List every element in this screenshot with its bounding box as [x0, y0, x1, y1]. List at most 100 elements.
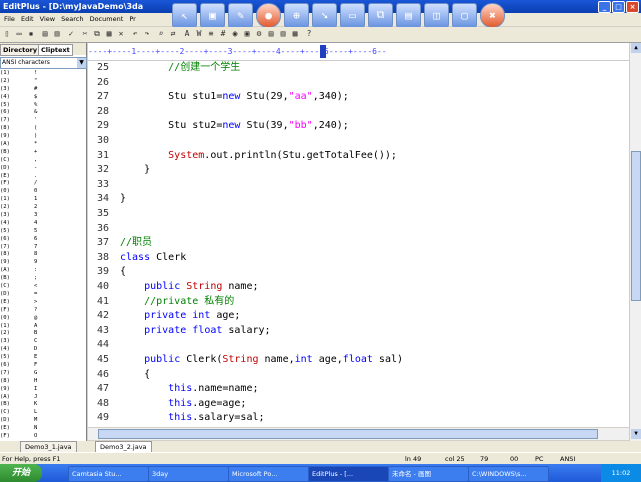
code-editor[interactable]: ----+----1----+----2----+----3----+----4… [88, 43, 629, 427]
char-list-item[interactable]: (0) @ [0, 315, 84, 323]
help-icon[interactable]: ? [304, 29, 314, 39]
char-list-item[interactable]: (1)! [0, 70, 84, 78]
tab-directory[interactable]: Directory [0, 44, 41, 56]
char-list-item[interactable]: (0) 0 [0, 188, 84, 196]
highlight-tool-icon[interactable]: ▣ [200, 2, 225, 28]
char-list-item[interactable]: (D) = [0, 291, 84, 299]
copy-icon[interactable]: ⧉ [92, 29, 102, 39]
replace-icon[interactable]: ⇄ [168, 29, 178, 39]
char-list-item[interactable]: (C) L [0, 409, 84, 417]
char-list-item[interactable]: (F)? [0, 307, 84, 315]
vertical-scroll-thumb[interactable] [631, 151, 641, 301]
zoom-icon[interactable]: ⊕ [284, 2, 309, 28]
pen-tool-icon[interactable]: ✎ [228, 2, 253, 28]
panel-icon[interactable]: ▣ [242, 29, 252, 39]
char-list-item[interactable]: (6) 6 [0, 236, 84, 244]
maximize-button[interactable]: □ [612, 1, 625, 13]
ruler-icon[interactable]: ≡ [206, 29, 216, 39]
menu-document[interactable]: Document [90, 15, 124, 23]
char-list-item[interactable]: (D) M [0, 417, 84, 425]
char-list-item[interactable]: (D) - [0, 165, 84, 173]
paste-icon[interactable]: ▦ [104, 29, 114, 39]
open-file-icon[interactable]: ▭ [14, 29, 24, 39]
char-list-item[interactable]: (E) N [0, 425, 84, 433]
char-list-item[interactable]: (8) ( [0, 125, 84, 133]
task-cmd[interactable]: C:\WINDOWS\s... [468, 466, 549, 482]
char-list-item[interactable]: (9)) [0, 133, 84, 141]
window-icon[interactable]: ▤ [396, 2, 421, 28]
task-paint[interactable]: 未命名 - 画图 [388, 466, 469, 482]
char-list-item[interactable]: (E). [0, 173, 84, 181]
char-list-item[interactable]: (E) > [0, 299, 84, 307]
char-list-item[interactable]: (9) 9 [0, 259, 84, 267]
char-list-item[interactable]: (A) J [0, 394, 84, 402]
horizontal-scroll-thumb[interactable] [98, 429, 598, 439]
screen-icon[interactable]: ▭ [340, 2, 365, 28]
char-list-item[interactable]: (B) + [0, 149, 84, 157]
char-list-item[interactable]: (C) < [0, 283, 84, 291]
char-list-item[interactable]: (A) * [0, 141, 84, 149]
char-list-item[interactable]: (5)% [0, 102, 84, 110]
char-list-item[interactable]: (B); [0, 275, 84, 283]
task-powerpoint[interactable]: Microsoft Po... [228, 466, 309, 482]
char-list-item[interactable]: (7) G [0, 370, 84, 378]
code-area[interactable]: 25 //创建一个学生 26 27 Stu stu1=new Stu(29,"aa"… [88, 61, 629, 427]
spell-icon[interactable]: ✓ [66, 29, 76, 39]
menu-search[interactable]: Search [61, 15, 83, 23]
menu-edit[interactable]: Edit [21, 15, 34, 23]
redo-icon[interactable]: ↷ [142, 29, 152, 39]
tile-icon[interactable]: ▥ [278, 29, 288, 39]
cursor-tool-icon[interactable]: ↖ [172, 2, 197, 28]
delete-icon[interactable]: ✕ [116, 29, 126, 39]
undo-icon[interactable]: ↶ [130, 29, 140, 39]
char-list-item[interactable]: (6) F [0, 362, 84, 370]
char-list-item[interactable]: (2) " [0, 78, 84, 86]
char-list-item[interactable]: (3) 3 [0, 212, 84, 220]
menu-view[interactable]: View [40, 15, 55, 23]
char-list-item[interactable]: (2) 2 [0, 204, 84, 212]
char-list-item[interactable]: (C), [0, 157, 84, 165]
char-list-item[interactable]: (F) / [0, 180, 84, 188]
menu-project[interactable]: Pr [129, 15, 135, 23]
linenum-icon[interactable]: # [218, 29, 228, 39]
window-list-icon[interactable]: ▤ [266, 29, 276, 39]
char-list-item[interactable]: (2) B [0, 330, 84, 338]
char-list-item[interactable]: (B) K [0, 401, 84, 409]
print-icon[interactable]: ▤ [40, 29, 50, 39]
task-camtasia[interactable]: Camtasia Stu... [68, 466, 149, 482]
scroll-down-icon[interactable]: ▼ [631, 429, 641, 439]
tab-cliptext[interactable]: Cliptext [38, 44, 73, 56]
charset-select[interactable]: ANSI characters ▼ [0, 57, 87, 69]
find-icon[interactable]: ⌕ [156, 29, 166, 39]
char-list-item[interactable]: (8) H [0, 378, 84, 386]
save-icon[interactable]: ▪ [26, 29, 36, 39]
tools-icon[interactable]: ⚙ [254, 29, 264, 39]
monitor-icon[interactable]: ▢ [452, 2, 477, 28]
record-icon[interactable]: ● [256, 2, 281, 28]
char-list-item[interactable]: (4) D [0, 346, 84, 354]
arrow-tool-icon[interactable]: ➘ [312, 2, 337, 28]
exit-overlay-icon[interactable]: ✖ [480, 2, 505, 28]
capture-icon[interactable]: ⧉ [368, 2, 393, 28]
minimize-button[interactable]: _ [598, 1, 611, 13]
start-button[interactable]: 开始 [0, 464, 42, 482]
char-list-item[interactable]: (8) 8 [0, 251, 84, 259]
browser-icon[interactable]: ◉ [230, 29, 240, 39]
chevron-down-icon[interactable]: ▼ [77, 58, 86, 68]
char-list-item[interactable]: (1) A [0, 323, 84, 331]
font-icon[interactable]: A [182, 29, 192, 39]
task-3day[interactable]: 3day [148, 466, 229, 482]
char-list-item[interactable]: (1) 1 [0, 196, 84, 204]
cascade-icon[interactable]: ▦ [290, 29, 300, 39]
char-list-item[interactable]: (6) & [0, 109, 84, 117]
char-list-item[interactable]: (A): [0, 267, 84, 275]
horizontal-scrollbar[interactable] [88, 428, 629, 440]
menu-file[interactable]: File [4, 15, 15, 23]
close-button[interactable]: × [626, 1, 639, 13]
char-list-item[interactable]: (4) $ [0, 94, 84, 102]
char-list-item[interactable]: (5) 5 [0, 228, 84, 236]
char-list-item[interactable]: (5) E [0, 354, 84, 362]
preview-icon[interactable]: ▥ [52, 29, 62, 39]
wordwrap-icon[interactable]: W [194, 29, 204, 39]
char-list-item[interactable]: (3) C [0, 338, 84, 346]
